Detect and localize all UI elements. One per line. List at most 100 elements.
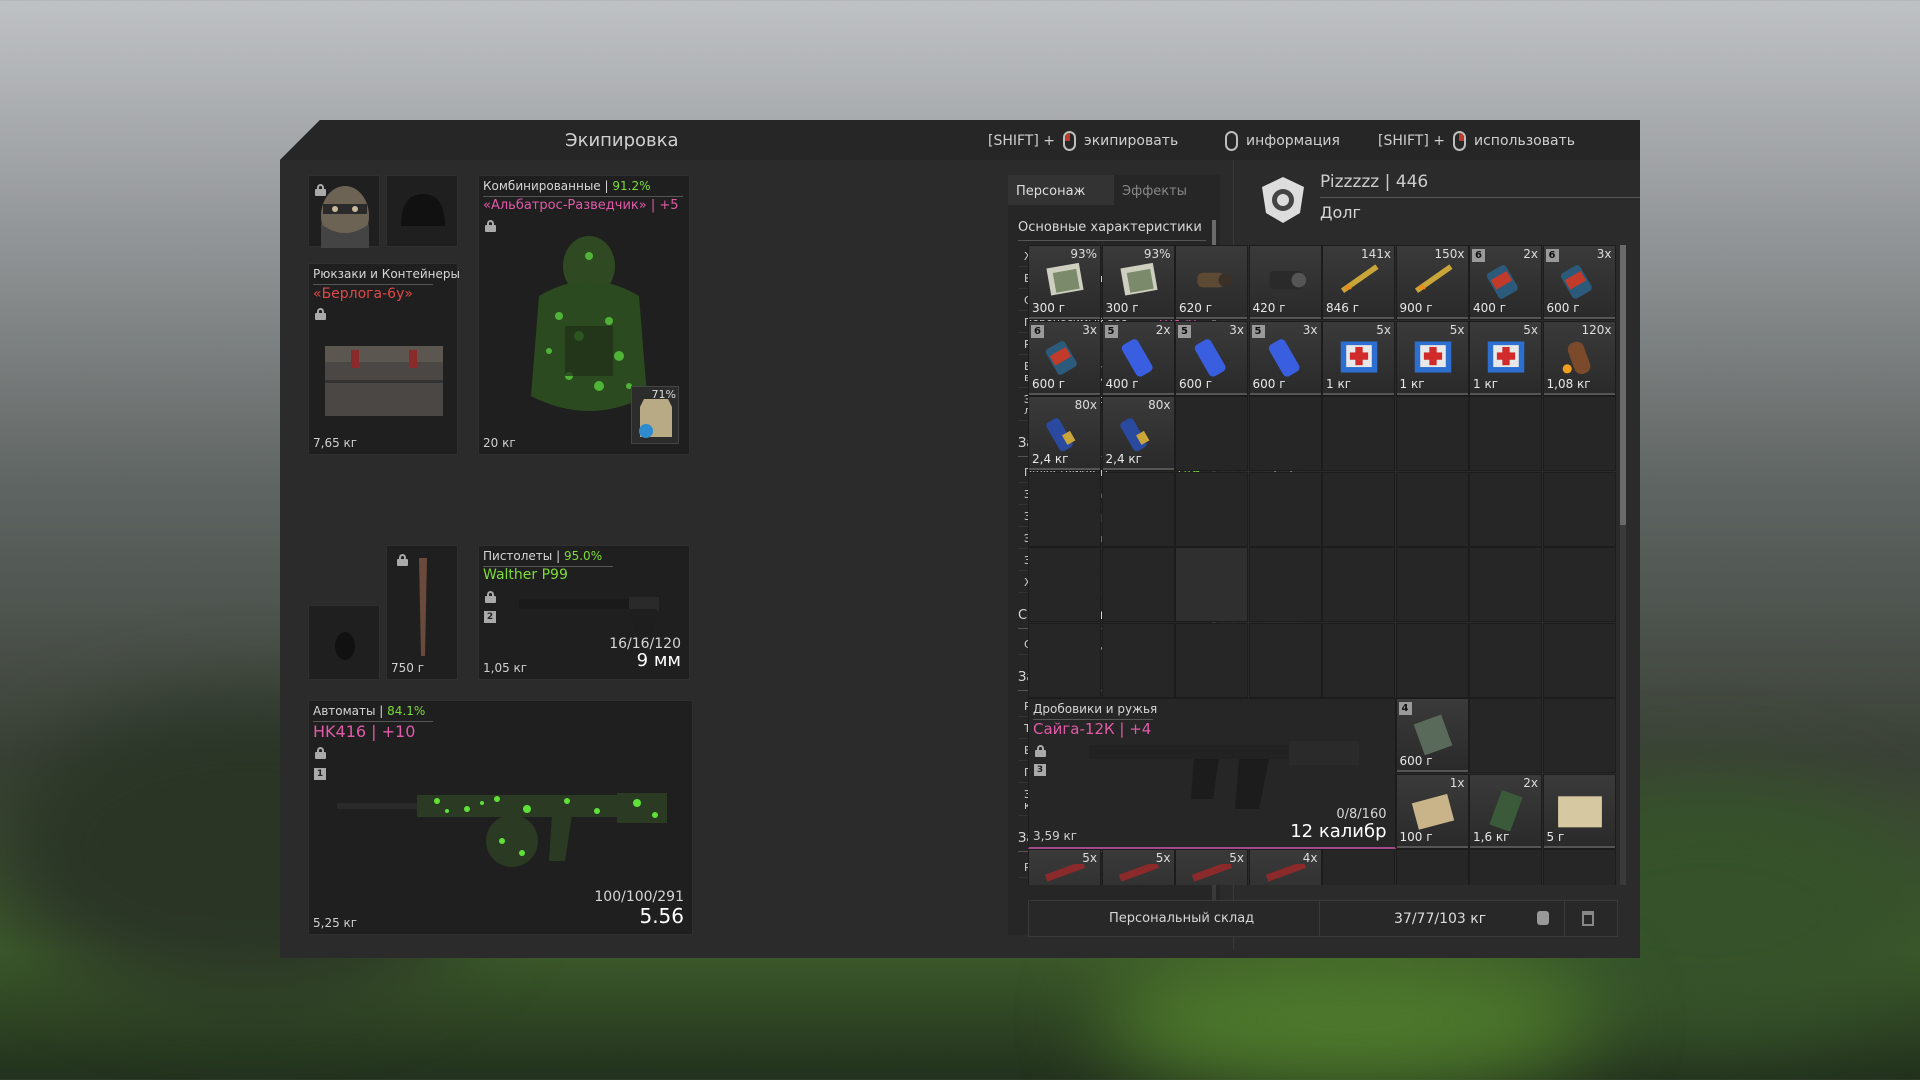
trash-icon[interactable]: [1582, 911, 1594, 926]
personal-storage-button[interactable]: Персональный склад: [1109, 911, 1254, 926]
inventory-item-shell[interactable]: 80x 2,4 кг: [1029, 397, 1100, 470]
helmet-slot[interactable]: [386, 175, 458, 247]
inventory-cell[interactable]: [1395, 849, 1469, 885]
tools-icon[interactable]: [1788, 174, 1804, 190]
armor-plate-slot[interactable]: 71%: [631, 386, 679, 444]
inventory-item-blue[interactable]: 5 3x 600 г: [1176, 321, 1247, 395]
inventory-cell[interactable]: [1395, 622, 1469, 698]
shotgun-icon: [1089, 741, 1359, 809]
item-count-badge: 5: [1104, 324, 1118, 338]
inventory-cell[interactable]: [1248, 396, 1322, 471]
ruble-icon[interactable]: ₽: [1748, 174, 1760, 194]
coin-icon[interactable]: [1810, 174, 1826, 190]
inventory-cell[interactable]: [1542, 471, 1616, 547]
item-count-badge: 6: [1472, 249, 1485, 262]
inventory-item-scope2[interactable]: 420 г: [1249, 246, 1321, 319]
inventory-item-explosive[interactable]: 5x: [1029, 850, 1100, 885]
inventory-cell[interactable]: [1469, 849, 1542, 885]
inventory-cell[interactable]: [1175, 547, 1248, 622]
armor-slot[interactable]: Комбинированные | 91.2% «Альбатрос-Разве…: [478, 175, 690, 455]
item-weight: 1,6 кг: [1473, 829, 1510, 844]
inventory-item-explosive[interactable]: 4x: [1249, 850, 1321, 885]
inventory-item-med[interactable]: 5x 1 кг: [1396, 321, 1468, 395]
inventory-cell[interactable]: [1248, 622, 1322, 698]
inventory-cell[interactable]: [1101, 471, 1175, 547]
rifle-caliber: 5.56: [639, 904, 684, 928]
inventory-cell[interactable]: [1542, 849, 1616, 885]
inventory-item-greenbox[interactable]: 2x 1,6 кг: [1470, 774, 1541, 848]
inventory-cell[interactable]: [1469, 622, 1542, 698]
item-weight: 600 г: [1546, 301, 1580, 315]
armor-name: «Альбатрос-Разведчик» | +5: [483, 198, 679, 213]
inventory-cell[interactable]: [1469, 698, 1542, 773]
inventory-item-shell[interactable]: 80x 2,4 кг: [1102, 397, 1174, 470]
gear-icon[interactable]: [1766, 174, 1782, 190]
inventory-item-blue[interactable]: 5 3x 600 г: [1249, 321, 1321, 395]
inventory-item-ammo[interactable]: 150x 900 г: [1396, 246, 1468, 319]
help-icon[interactable]: ?: [1886, 207, 1898, 219]
inventory-scrollbar[interactable]: [1620, 245, 1626, 885]
item-quantity: 80x: [1148, 398, 1171, 412]
inventory-cell[interactable]: [1028, 622, 1101, 698]
pistol-slot[interactable]: Пистолеты | 95.0% Walther P99 2 16/16/12…: [478, 545, 690, 680]
tab-character[interactable]: Персонаж: [1008, 175, 1114, 205]
rifle-slot[interactable]: Автоматы | 84.1% HK416 | +10 1 100/100/2…: [308, 700, 693, 935]
window-header: Экипировка [SHIFT] + экипировать информа…: [280, 120, 1640, 160]
mouse-left-icon: [1063, 131, 1077, 151]
inventory-cell[interactable]: [1248, 547, 1322, 622]
inventory-cell[interactable]: [1395, 471, 1469, 547]
inventory-item-ammo[interactable]: 141x 846 г: [1323, 246, 1394, 319]
backpack-slot[interactable]: Рюкзаки и Контейнеры «Берлога-6у» 7,65 к…: [308, 263, 460, 455]
inventory-cell[interactable]: [1175, 471, 1248, 547]
rifle-name: HK416 | +10: [313, 722, 416, 741]
inventory-cell[interactable]: [1542, 698, 1616, 773]
inventory-cell[interactable]: [1028, 471, 1101, 547]
inventory-item-med[interactable]: 5x 1 кг: [1470, 321, 1541, 395]
inventory-cell[interactable]: [1175, 396, 1248, 471]
hint-use: [SHIFT] + использовать: [1378, 131, 1575, 151]
tab-effects[interactable]: Эффекты: [1114, 175, 1220, 205]
face-slot[interactable]: [308, 175, 380, 248]
inventory-grid[interactable]: 93% 300 г 93% 300 г 620 г 420 г 141x 846 г 150x 9…: [1028, 245, 1616, 885]
scope-icon: [1197, 272, 1232, 288]
inventory-cell[interactable]: [1542, 622, 1616, 698]
inventory-cell[interactable]: [1175, 622, 1248, 698]
inventory-item-can[interactable]: 6 3x 600 г: [1029, 321, 1100, 395]
grenade-slot[interactable]: [308, 605, 380, 680]
inventory-cell[interactable]: [1322, 547, 1395, 622]
knife-slot[interactable]: 750 г: [386, 545, 458, 680]
inventory-cell[interactable]: [1469, 471, 1542, 547]
inventory-cell[interactable]: [1322, 396, 1395, 471]
inventory-item-explosive[interactable]: 5x: [1176, 850, 1247, 885]
helmet-icon: [401, 194, 445, 226]
inventory-item-blue[interactable]: 5 2x 400 г: [1102, 321, 1174, 395]
inventory-item-doc[interactable]: 93% 300 г: [1029, 246, 1100, 319]
mouse-right-icon: [1453, 131, 1467, 151]
inventory-item-pack[interactable]: 4 600 г: [1396, 699, 1468, 772]
inventory-cell[interactable]: [1028, 547, 1101, 622]
inventory-cell[interactable]: [1322, 471, 1395, 547]
inventory-cell[interactable]: [1395, 396, 1469, 471]
inventory-item-can[interactable]: 6 2x 400 г: [1470, 246, 1541, 319]
inventory-cell[interactable]: [1542, 547, 1616, 622]
inventory-cell[interactable]: [1395, 547, 1469, 622]
inventory-cell[interactable]: [1469, 547, 1542, 622]
inventory-cell[interactable]: [1542, 396, 1616, 471]
inventory-cell[interactable]: [1469, 396, 1542, 471]
inventory-item-map[interactable]: 1x 100 г: [1396, 774, 1468, 848]
shotgun-item[interactable]: Дробовики и ружья Сайга-12К | +4 3 0/8/160 1…: [1028, 698, 1396, 849]
inventory-cell[interactable]: [1101, 622, 1175, 698]
can-icon: [1560, 265, 1592, 299]
inventory-item-scope[interactable]: 620 г: [1176, 246, 1247, 319]
inventory-cell[interactable]: [1322, 849, 1395, 885]
inventory-item-doc[interactable]: 93% 300 г: [1102, 246, 1174, 319]
inventory-item-can[interactable]: 6 3x 600 г: [1543, 246, 1615, 319]
inventory-item-med[interactable]: 5x 1 кг: [1323, 321, 1394, 395]
inventory-cell[interactable]: [1101, 547, 1175, 622]
inventory-item-paper[interactable]: 5 г: [1543, 774, 1615, 848]
inventory-cell[interactable]: [1322, 622, 1395, 698]
inventory-item-explosive[interactable]: 5x: [1102, 850, 1174, 885]
inventory-cell[interactable]: [1248, 471, 1322, 547]
inventory-item-round[interactable]: 120x 1,08 кг: [1543, 321, 1615, 395]
lock-icon: [485, 220, 496, 232]
